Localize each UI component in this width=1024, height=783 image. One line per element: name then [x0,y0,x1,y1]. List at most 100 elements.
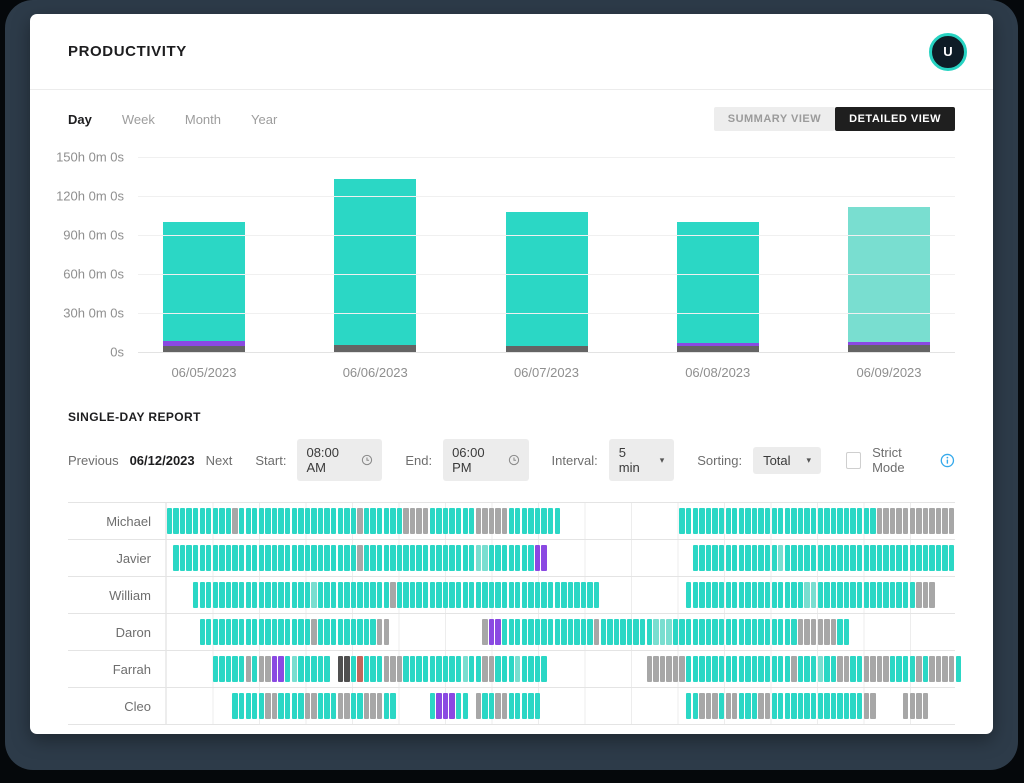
timeline-cell [712,619,717,645]
timeline-cell [239,582,244,608]
timeline-cell [739,582,744,608]
timeline-cell [811,508,816,534]
timeline-cell [824,656,829,682]
chart-bar[interactable] [677,222,759,352]
bar-segment-gray-bottom [848,345,930,352]
interval-select[interactable]: 5 min ▾ [609,439,674,481]
chart-gridline [138,274,955,275]
timeline-cell [699,508,704,534]
timeline-cell [292,545,297,571]
timeline-cell [752,693,757,719]
timeline-cell [653,619,658,645]
chart-bar[interactable] [848,207,930,352]
timeline-cell [535,693,540,719]
timeline-cell [824,693,829,719]
timeline-cell [850,545,855,571]
timeline-cell [679,656,684,682]
timeline-cell [936,545,941,571]
chart-bar[interactable] [334,179,416,352]
chart-gridline [138,235,955,236]
timeline-cell [726,545,731,571]
tab-week[interactable]: Week [122,112,155,127]
timeline-cell [864,693,869,719]
timeline-cell [804,582,809,608]
timeline-cell [292,619,297,645]
timeline-track[interactable] [165,503,955,539]
timeline-cell [811,545,816,571]
timeline-cell [791,656,796,682]
timeline-cell [824,619,829,645]
timeline-cell [272,508,277,534]
timeline-row-name: Michael [68,503,165,539]
timeline-cell [259,545,264,571]
timeline-cell [351,508,356,534]
timeline-cell [798,619,803,645]
report-date: 06/12/2023 [130,453,195,468]
timeline-cell [811,619,816,645]
timeline-track[interactable] [165,688,955,724]
info-icon[interactable] [940,452,955,469]
chart-bar[interactable] [163,222,245,352]
next-button[interactable]: Next [206,453,233,468]
timeline-cell [528,545,533,571]
timeline-cell [785,693,790,719]
chart-bar[interactable] [506,212,588,352]
timeline-cell [351,545,356,571]
timeline-cell [377,545,382,571]
timeline-track[interactable] [165,540,955,576]
timeline-track[interactable] [165,651,955,687]
detailed-view-button[interactable]: DETAILED VIEW [835,107,955,131]
sorting-select[interactable]: Total ▾ [753,447,821,474]
tabs-row: Day Week Month Year SUMMARY VIEW DETAILE… [30,90,993,131]
timeline-cell [837,619,842,645]
previous-button[interactable]: Previous [68,453,119,468]
timeline-cell [942,545,947,571]
header: PRODUCTIVITY U [30,14,993,90]
timeline-cell [449,693,454,719]
avatar[interactable]: U [929,33,967,71]
timeline-cell [403,656,408,682]
strict-mode-checkbox[interactable] [846,452,861,469]
timeline-cell [811,582,816,608]
timeline-cell [607,619,612,645]
timeline-cell [463,693,468,719]
end-time-input[interactable]: 06:00 PM [443,439,528,481]
timeline-cell [857,582,862,608]
chevron-down-icon: ▾ [807,455,812,466]
timeline-cell [587,619,592,645]
start-time-input[interactable]: 08:00 AM [297,439,382,481]
timeline-track[interactable] [165,614,955,650]
timeline-cell [877,656,882,682]
tab-day[interactable]: Day [68,112,92,127]
timeline-cell [370,582,375,608]
timeline-cell [883,545,888,571]
timeline-cell [489,619,494,645]
timeline-cell [305,582,310,608]
timeline-cell [916,582,921,608]
timeline-cell [495,582,500,608]
timeline-cell [206,545,211,571]
timeline-cell [476,545,481,571]
timeline-cell [259,508,264,534]
timeline-cell [844,582,849,608]
timeline-track[interactable] [165,577,955,613]
plot-column: 06/05/202306/06/202306/07/202306/08/2023… [138,157,955,380]
timeline-cell [416,545,421,571]
tab-year[interactable]: Year [251,112,277,127]
summary-view-button[interactable]: SUMMARY VIEW [714,107,835,131]
timeline-cell [357,508,362,534]
timeline-cell [666,656,671,682]
timeline-cell [693,693,698,719]
timeline-cell [252,545,257,571]
page-title: PRODUCTIVITY [68,43,187,60]
timeline-cell [449,545,454,571]
tab-month[interactable]: Month [185,112,221,127]
timeline-cell [673,619,678,645]
timeline-cell [522,545,527,571]
timeline-cell [818,508,823,534]
timeline-cell [509,656,514,682]
timeline-cell [390,693,395,719]
timeline-cell [739,508,744,534]
timeline-cell [509,545,514,571]
timeline-cell [712,656,717,682]
